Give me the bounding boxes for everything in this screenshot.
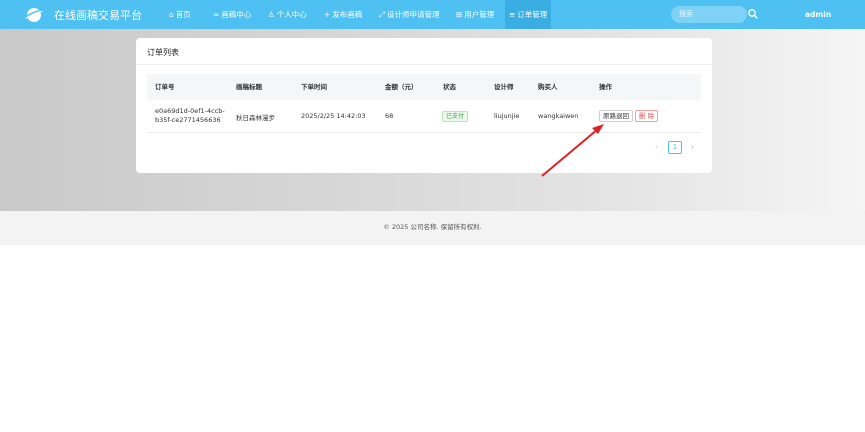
- search-input[interactable]: 搜索: [671, 6, 747, 23]
- nav-designer-applications[interactable]: ⤢ 设计师申请管理: [375, 0, 444, 29]
- nav-publish-artwork-label: 发布画稿: [332, 10, 363, 19]
- pagination-prev-button[interactable]: ‹: [655, 141, 658, 154]
- list-icon: ≡: [509, 10, 516, 19]
- artwork-title-cell: 秋日森林漫步: [236, 114, 275, 122]
- delete-button[interactable]: 删 除: [635, 110, 659, 122]
- copyright-text: © 2025 公司名称. 保留所有权利.: [383, 223, 482, 231]
- col-order-time: 下单时间: [301, 83, 327, 91]
- status-badge: 已支付: [442, 111, 469, 122]
- plus-icon: +: [324, 10, 331, 19]
- refund-button[interactable]: 原路退回: [599, 110, 633, 122]
- nav-designer-applications-label: 设计师申请管理: [387, 10, 440, 19]
- col-order-id: 订单号: [155, 83, 175, 91]
- card-divider: [136, 64, 712, 65]
- nav-artwork-center-label: 画稿中心: [221, 10, 252, 19]
- planet-logo-icon[interactable]: [24, 5, 44, 25]
- nav-publish-artwork[interactable]: + 发布画稿: [320, 0, 366, 29]
- col-status: 状态: [443, 83, 456, 91]
- nav-home[interactable]: ⌂ 首页: [165, 0, 195, 29]
- user-icon: ♙: [268, 10, 275, 19]
- col-actions: 操作: [599, 83, 612, 91]
- search-icon[interactable]: [747, 8, 759, 20]
- table-header: 订单号 画稿标题 下单时间 金额（元） 状态 设计师 购买人 操作: [147, 74, 701, 100]
- table-row: e0a69d1d-0ef1-4ccb- b35f-ce2771456636 秋日…: [147, 100, 701, 133]
- pagination-next-button[interactable]: ›: [691, 141, 694, 154]
- top-navbar: 在线画稿交易平台 ⌂ 首页 ≈ 画稿中心 ♙ 个人中心 + 发布画稿 ⤢ 设计师申请管理 …: [0, 0, 865, 29]
- col-buyer: 购买人: [538, 83, 558, 91]
- amount-cell: 68: [385, 112, 394, 120]
- col-designer: 设计师: [494, 83, 514, 91]
- site-brand[interactable]: 在线画稿交易平台: [54, 7, 142, 23]
- home-icon: ⌂: [169, 10, 174, 19]
- pagination-page-1[interactable]: 1: [668, 141, 682, 154]
- nav-personal-center[interactable]: ♙ 个人中心: [264, 0, 311, 29]
- order-id-cell: e0a69d1d-0ef1-4ccb- b35f-ce2771456636: [155, 107, 225, 125]
- nav-order-management[interactable]: ≡ 订单管理: [505, 0, 552, 29]
- order-id-line-1: e0a69d1d-0ef1-4ccb-: [155, 107, 225, 115]
- nav-home-label: 首页: [175, 10, 191, 19]
- col-amount: 金额（元）: [385, 83, 418, 91]
- designer-cell: liujunjie: [494, 112, 520, 120]
- nav-personal-center-label: 个人中心: [276, 10, 307, 19]
- wave-icon: ≈: [213, 10, 220, 19]
- card-title: 订单列表: [147, 48, 179, 57]
- order-id-line-2: b35f-ce2771456636: [155, 116, 221, 124]
- expand-icon: ⤢: [379, 10, 385, 19]
- nav-order-management-label: 订单管理: [517, 10, 548, 19]
- nav-user-management[interactable]: ⊞ 用户管理: [452, 0, 498, 29]
- grid-icon: ⊞: [456, 10, 463, 19]
- order-time-cell: 2025/2/25 14:42:03: [301, 112, 366, 120]
- buyer-cell: wangkaiwen: [538, 112, 579, 120]
- nav-artwork-center[interactable]: ≈ 画稿中心: [209, 0, 255, 29]
- nav-user-management-label: 用户管理: [464, 10, 495, 19]
- current-user[interactable]: admin: [805, 10, 831, 19]
- col-title: 画稿标题: [236, 83, 262, 91]
